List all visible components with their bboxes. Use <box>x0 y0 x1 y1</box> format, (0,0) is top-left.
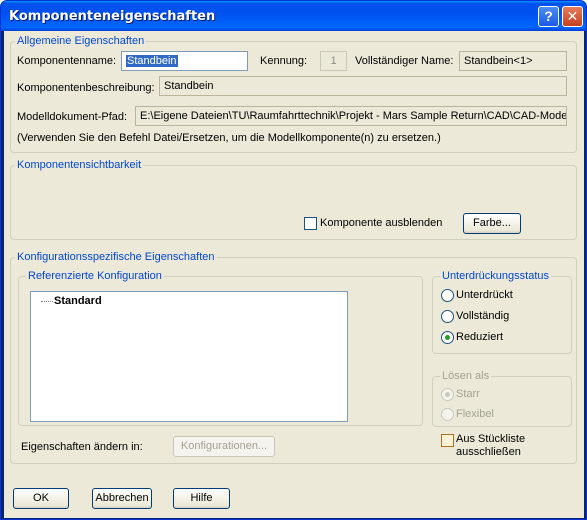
color-button[interactable]: Farbe... <box>463 213 521 234</box>
tree-item-standard[interactable]: Standard <box>54 295 102 307</box>
exclude-bom-checkbox[interactable] <box>441 434 454 447</box>
hide-component-label[interactable]: Komponente ausblenden <box>320 217 442 229</box>
radio-lightweight-label[interactable]: Reduziert <box>456 331 503 343</box>
model-path-field[interactable]: E:\Eigene Dateien\TU\Raumfahrttechnik\Pr… <box>135 106 567 126</box>
title-bar[interactable]: Komponenteneigenschaften ? ✕ <box>1 1 586 31</box>
model-path-label: Modelldokument-Pfad: <box>17 111 128 123</box>
description-field[interactable]: Standbein <box>159 76 567 96</box>
component-name-label: Komponentenname: <box>17 55 117 67</box>
solve-as-group <box>432 376 572 427</box>
window-title: Komponenteneigenschaften <box>9 9 216 24</box>
solve-as-group-label: Lösen als <box>440 370 492 382</box>
change-in-label: Eigenschaften ändern in: <box>21 441 143 453</box>
config-group-label: Konfigurationsspezifische Eigenschaften <box>15 251 217 263</box>
radio-flexible[interactable] <box>441 408 454 421</box>
component-name-value: Standbein <box>126 55 178 67</box>
dialog-window: Komponenteneigenschaften ? ✕ Allgemeine … <box>0 0 587 520</box>
description-label: Komponentenbeschreibung: <box>17 82 155 94</box>
close-title-button[interactable]: ✕ <box>562 6 583 27</box>
full-name-field: Standbein<1> <box>459 51 567 71</box>
radio-rigid[interactable] <box>441 388 454 401</box>
radio-resolved[interactable] <box>441 310 454 323</box>
help-button[interactable]: Hilfe <box>173 488 230 509</box>
exclude-bom-label-line1[interactable]: Aus Stückliste <box>456 433 525 445</box>
cancel-button[interactable]: Abbrechen <box>92 488 152 509</box>
radio-suppressed[interactable] <box>441 289 454 302</box>
component-name-input[interactable]: Standbein <box>121 51 248 71</box>
referenced-config-label: Referenzierte Konfiguration <box>26 270 164 282</box>
configuration-tree[interactable]: Standard <box>30 291 348 422</box>
radio-flexible-label[interactable]: Flexibel <box>456 408 494 420</box>
full-name-label: Vollständiger Name: <box>355 55 454 67</box>
exclude-bom-label-line2[interactable]: ausschließen <box>456 446 521 458</box>
radio-suppressed-label[interactable]: Unterdrückt <box>456 289 513 301</box>
radio-resolved-label[interactable]: Vollständig <box>456 310 509 322</box>
tree-connector <box>41 301 53 302</box>
id-label: Kennung: <box>260 55 308 67</box>
close-icon: ✕ <box>566 8 579 24</box>
configurations-button[interactable]: Konfigurationen... <box>173 436 275 457</box>
ok-button[interactable]: OK <box>13 488 69 509</box>
hide-component-checkbox[interactable] <box>304 217 317 230</box>
radio-rigid-label[interactable]: Starr <box>456 388 480 400</box>
suppression-group-label: Unterdrückungsstatus <box>440 270 551 282</box>
general-group-label: Allgemeine Eigenschaften <box>15 35 147 47</box>
dialog-body: Allgemeine Eigenschaften Komponentenname… <box>4 31 584 518</box>
help-icon: ? <box>544 8 553 24</box>
id-field: 1 <box>320 51 347 71</box>
radio-lightweight[interactable] <box>441 331 454 344</box>
visibility-group-label: Komponentensichtbarkeit <box>15 159 144 171</box>
help-title-button[interactable]: ? <box>538 6 559 27</box>
replace-hint-text: (Verwenden Sie den Befehl Datei/Ersetzen… <box>17 132 441 144</box>
